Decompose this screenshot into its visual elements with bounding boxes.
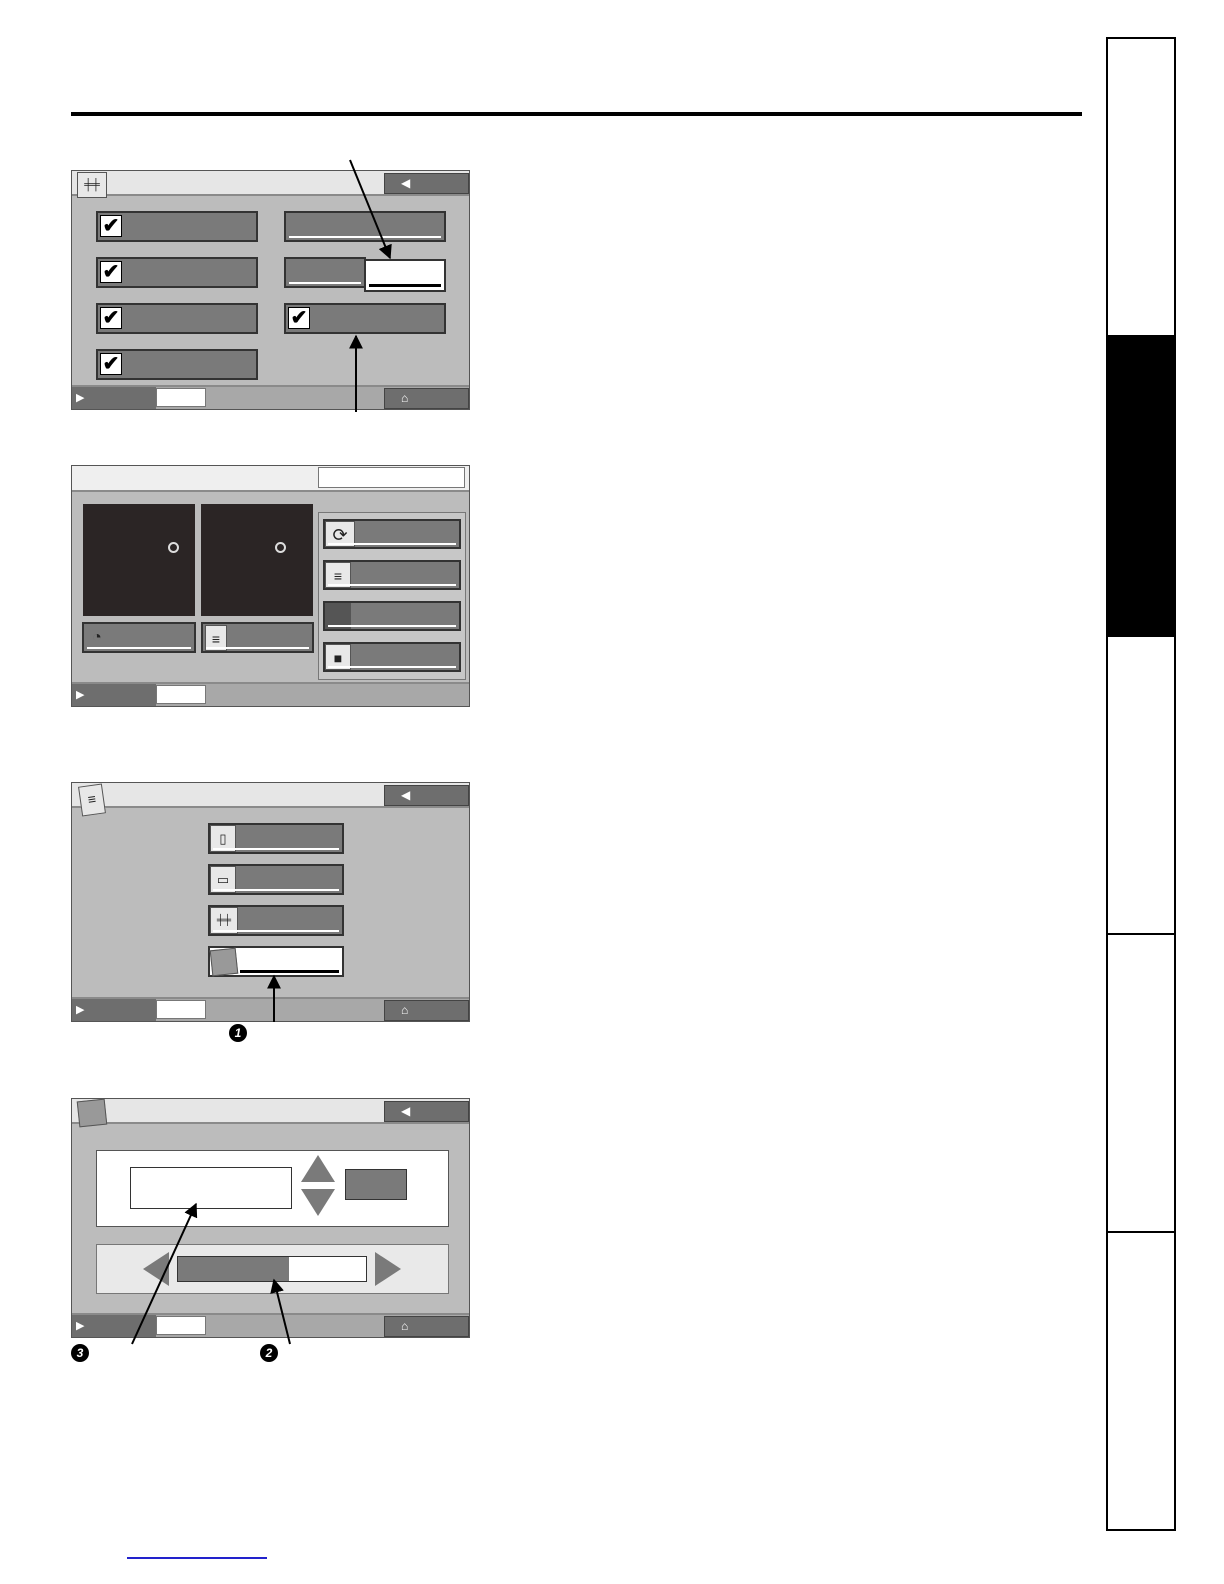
arrow-to-option-2 (349, 159, 392, 260)
arrow-to-level-bar (270, 1278, 291, 1345)
footer-link-underline[interactable] (127, 1557, 267, 1559)
callout-arrows (131, 159, 392, 1345)
arrow-to-value-display (131, 1202, 198, 1345)
callout-2: 2 (260, 1344, 278, 1362)
callout-1: 1 (229, 1024, 247, 1042)
callout-3: 3 (71, 1344, 89, 1362)
